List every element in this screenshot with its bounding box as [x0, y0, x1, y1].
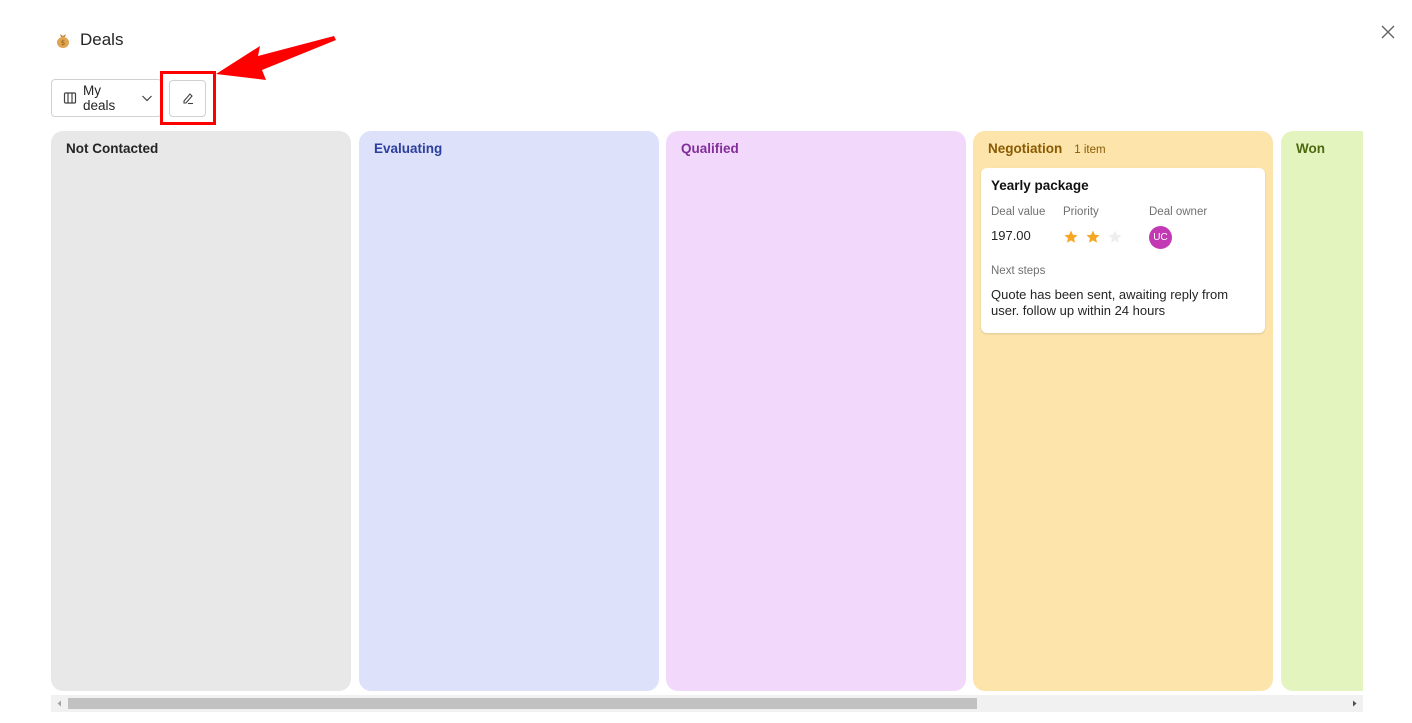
scrollbar-thumb[interactable] [68, 698, 977, 709]
annotation-arrow-icon [216, 36, 336, 80]
deal-value-label: Deal value [991, 206, 1046, 218]
deal-owner-label: Deal owner [1149, 206, 1208, 218]
close-icon [1381, 25, 1395, 39]
lane-count: 1 item [1074, 144, 1106, 156]
deal-value: 197.00 [991, 228, 1031, 243]
lane-header: Qualified [674, 141, 958, 157]
page-title: Deals [80, 30, 124, 49]
pencil-edit-icon [182, 93, 193, 105]
next-steps-text: Quote has been sent, awaiting reply from… [991, 287, 1229, 318]
horizontal-scrollbar[interactable] [51, 695, 1363, 712]
money-bag-icon: $ [54, 31, 72, 49]
kanban-board: Not Contacted Evaluating Qualified Negot… [51, 131, 1363, 692]
priority-label: Priority [1063, 206, 1099, 218]
next-steps-label: Next steps [991, 265, 1046, 277]
dialog-header: $ Deals [54, 28, 123, 52]
lane-title: Qualified [681, 141, 739, 156]
deal-owner-field: Deal owner UC [1149, 206, 1207, 249]
lane-title: Negotiation [988, 141, 1063, 156]
lane-title: Won [1296, 141, 1325, 156]
priority-rating [1063, 228, 1149, 246]
chevron-down-icon [142, 95, 152, 102]
lane-title: Evaluating [374, 141, 443, 156]
lane-title: Not Contacted [66, 141, 159, 156]
deal-value-field: Deal value 197.00 [991, 206, 1063, 249]
lane-header: Not Contacted [59, 141, 343, 157]
lane-won: Won [1281, 131, 1363, 691]
view-selector-dropdown[interactable]: My deals [51, 79, 162, 117]
lane-evaluating: Evaluating [359, 131, 659, 691]
star-filled-icon[interactable] [1085, 229, 1101, 245]
deal-card-title: Yearly package [991, 178, 1089, 193]
scroll-left-arrow-icon[interactable] [55, 699, 64, 708]
lane-header: Negotiation 1 item [981, 141, 1265, 157]
lane-header: Won [1289, 141, 1363, 157]
lane-not-contacted: Not Contacted [51, 131, 351, 691]
view-selector-label: My deals [83, 83, 116, 113]
star-filled-icon[interactable] [1063, 229, 1079, 245]
avatar[interactable]: UC [1149, 226, 1172, 249]
lane-qualified: Qualified [666, 131, 966, 691]
star-empty-icon[interactable] [1107, 229, 1123, 245]
deals-dialog: $ Deals My deals Not Contacted Evaluatin… [0, 0, 1412, 723]
scroll-right-arrow-icon[interactable] [1350, 699, 1359, 708]
close-button[interactable] [1378, 22, 1398, 42]
deal-card-fields: Deal value 197.00 Priority Deal owner UC [991, 206, 1255, 249]
deal-card[interactable]: Yearly package Deal value 197.00 Priorit… [981, 168, 1265, 333]
lane-header: Evaluating [367, 141, 651, 157]
edit-view-button[interactable] [169, 79, 206, 117]
svg-text:$: $ [61, 39, 65, 47]
toolbar: My deals [51, 79, 206, 117]
lane-negotiation: Negotiation 1 item Yearly package Deal v… [973, 131, 1273, 691]
priority-field: Priority [1063, 206, 1149, 249]
board-view-icon [63, 92, 77, 104]
